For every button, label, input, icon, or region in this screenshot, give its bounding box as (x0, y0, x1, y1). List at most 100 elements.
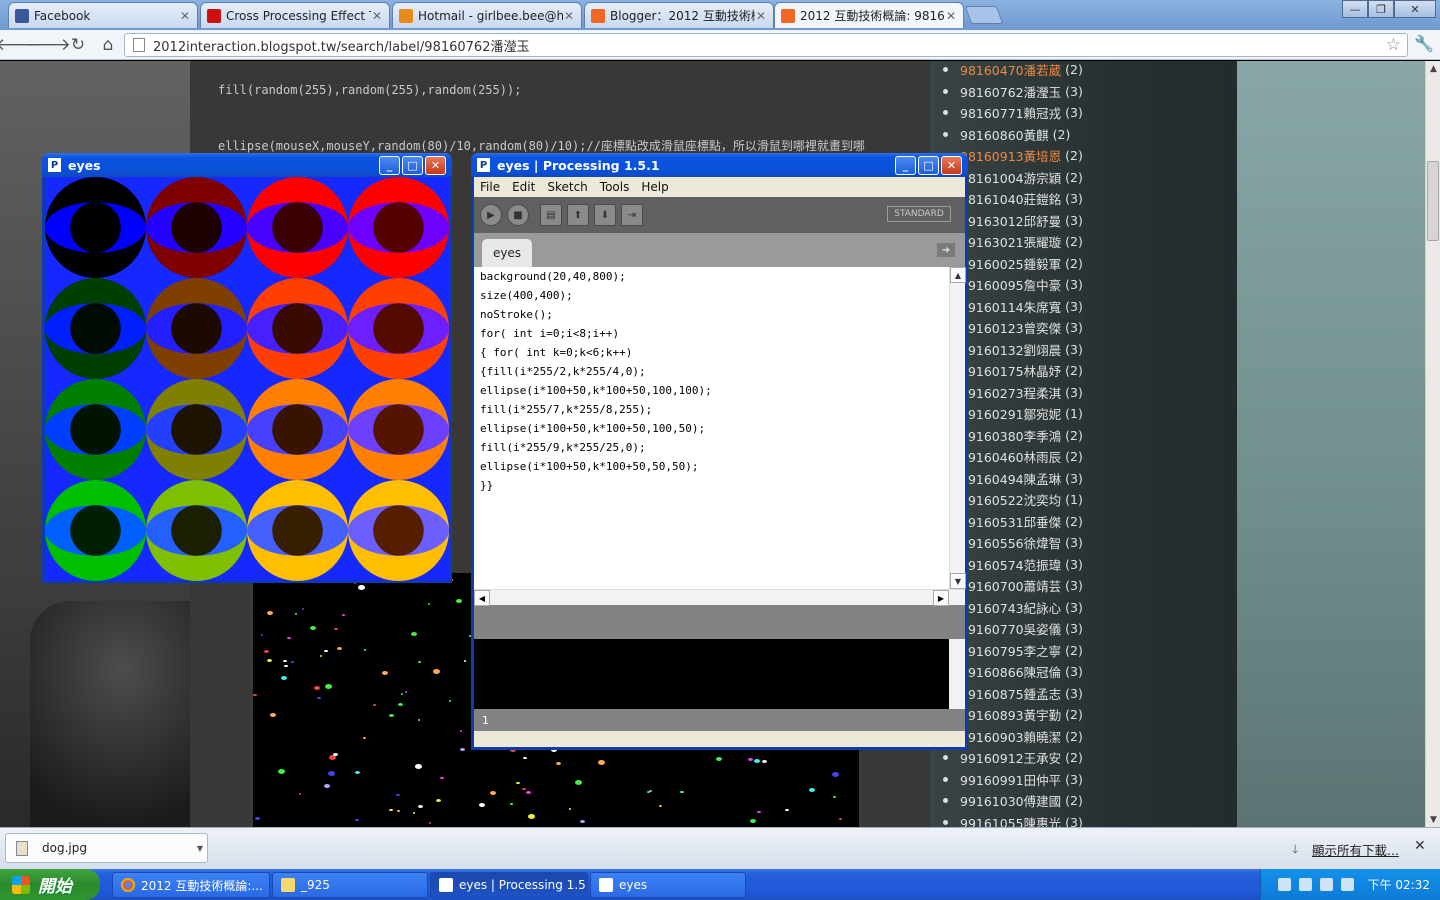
label-name[interactable]: 99160273程柔淇 (960, 383, 1061, 402)
label-item[interactable]: 99160991田仲平 (3) (940, 769, 1140, 791)
label-item[interactable]: 99160574范振瑋 (3) (940, 554, 1140, 576)
label-item[interactable]: 99160743紀詠心 (3) (940, 597, 1140, 619)
label-name[interactable]: 99161030傅建國 (960, 791, 1061, 810)
label-item[interactable]: 99160114朱席寬 (3) (940, 296, 1140, 318)
label-name[interactable]: 98160762潘瀅玉 (960, 82, 1061, 101)
label-name[interactable]: 99163012邱舒曼 (960, 211, 1061, 230)
label-name[interactable]: 99160291鄒宛妮 (960, 404, 1061, 423)
label-item[interactable]: 99160025鍾毅軍 (2) (940, 253, 1140, 275)
label-name[interactable]: 99160494陳孟琳 (960, 469, 1061, 488)
menu-help[interactable]: Help (635, 180, 674, 194)
label-name[interactable]: 98160771賴冠戎 (960, 103, 1061, 122)
label-name[interactable]: 99160531邱垂傑 (960, 512, 1061, 531)
label-name[interactable]: 99160025鍾毅軍 (960, 254, 1061, 273)
label-name[interactable]: 99163021張耀璇 (960, 232, 1061, 251)
label-item[interactable]: 99160912王承安 (2) (940, 747, 1140, 769)
export-icon[interactable]: ⇥ (621, 204, 643, 226)
label-name[interactable]: 99160893黃宇勤 (960, 705, 1061, 724)
taskbar-item-folder[interactable]: _925 (272, 872, 428, 898)
close-button[interactable]: ✕ (1394, 0, 1436, 18)
chevron-down-icon[interactable]: ▼ (197, 844, 203, 853)
label-item[interactable]: 98160860黃麒 (2) (940, 124, 1140, 146)
tab-active-blog[interactable]: 2012 互動技術概論: 98160 ✕ (774, 2, 964, 28)
eyes-sketch-canvas[interactable] (45, 177, 449, 581)
label-name[interactable]: 99160114朱席寬 (960, 297, 1061, 316)
stop-icon[interactable]: ■ (507, 204, 529, 226)
taskbar-item-processing[interactable]: eyes | Processing 1.5.1 (430, 872, 588, 898)
editor-vscrollbar[interactable]: ▲ ▼ (949, 267, 966, 605)
label-item[interactable]: 98161004游宗穎 (2) (940, 167, 1140, 189)
code-editor[interactable]: background(20,40,800); size(400,400); noSt… (474, 267, 966, 606)
editor-hscrollbar[interactable]: ◀ ▶ (474, 589, 965, 606)
volume-icon[interactable] (1340, 878, 1354, 891)
close-button[interactable]: ✕ (941, 156, 962, 175)
label-name[interactable]: 99160175林晶妤 (960, 361, 1061, 380)
scroll-down-icon[interactable]: ▼ (950, 573, 966, 589)
close-icon[interactable]: ✕ (755, 9, 767, 23)
label-item[interactable]: 99160556徐煒智 (3) (940, 532, 1140, 554)
tab-blogger[interactable]: Blogger：2012 互動技術概 ✕ (584, 2, 774, 28)
label-item[interactable]: 98160771賴冠戎 (3) (940, 102, 1140, 124)
help-icon[interactable] (1298, 878, 1312, 891)
scroll-thumb[interactable] (1427, 161, 1439, 241)
label-name[interactable]: 99160556徐煒智 (960, 533, 1061, 552)
scroll-up-icon[interactable]: ▲ (950, 267, 966, 283)
run-icon[interactable]: ▶ (480, 204, 502, 226)
label-name[interactable]: 98160913黃培恩 (960, 146, 1061, 165)
close-icon[interactable]: ✕ (179, 9, 191, 23)
label-item[interactable]: 99160460林雨辰 (2) (940, 446, 1140, 468)
label-item[interactable]: 99160893黃宇勤 (2) (940, 704, 1140, 726)
label-name[interactable]: 99160132劉翊晨 (960, 340, 1061, 359)
tab-hotmail[interactable]: Hotmail - girlbee.bee@hotmail ✕ (392, 2, 582, 28)
save-icon[interactable]: ⬇ (594, 204, 616, 226)
keyboard-icon[interactable] (1277, 878, 1291, 891)
label-name[interactable]: 99160866陳冠倫 (960, 662, 1061, 681)
bookmark-star-icon[interactable]: ☆ (1386, 35, 1401, 55)
label-item[interactable]: 98160762潘瀅玉 (3) (940, 81, 1140, 103)
address-bar[interactable]: 2012interaction.blogspot.tw/search/label… (124, 33, 1408, 57)
label-item[interactable]: 99160123曾奕傑 (3) (940, 317, 1140, 339)
label-item[interactable]: 99160522沈奕均 (1) (940, 489, 1140, 511)
label-name[interactable]: 99160700蕭靖芸 (960, 576, 1061, 595)
menu-file[interactable]: File (474, 180, 506, 194)
eyes-window-titlebar[interactable]: P eyes _ □ ✕ (42, 153, 452, 177)
download-item[interactable]: dog.jpg ▼ (5, 833, 208, 863)
label-item[interactable]: 99160875鍾孟志 (3) (940, 683, 1140, 705)
label-item[interactable]: 99163012邱舒曼 (3) (940, 210, 1140, 232)
close-icon[interactable]: ✕ (563, 9, 575, 23)
label-name[interactable]: 99160991田仲平 (960, 770, 1061, 789)
scroll-right-icon[interactable]: ▶ (933, 590, 949, 606)
label-name[interactable]: 99160095詹中豪 (960, 275, 1061, 294)
label-name[interactable]: 98160470潘若葳 (960, 61, 1061, 79)
label-name[interactable]: 99160522沈奕均 (960, 490, 1061, 509)
wrench-icon[interactable]: 🔧 (1414, 34, 1434, 53)
label-item[interactable]: 99160770吳姿儀 (3) (940, 618, 1140, 640)
close-icon[interactable]: ✕ (1414, 838, 1426, 854)
console-scrollbar[interactable] (949, 639, 965, 709)
label-item[interactable]: 99163021張耀璇 (2) (940, 231, 1140, 253)
label-item[interactable]: 99160291鄒宛妮 (1) (940, 403, 1140, 425)
label-item[interactable]: 99160866陳冠倫 (3) (940, 661, 1140, 683)
sketch-tab[interactable]: eyes (482, 239, 532, 267)
label-name[interactable]: 99160875鍾孟志 (960, 684, 1061, 703)
tab-youtube[interactable]: Cross Processing Effect Tutor ✕ (200, 2, 390, 28)
console[interactable] (474, 639, 965, 709)
network-icon[interactable] (1319, 878, 1333, 891)
mode-button[interactable]: STANDARD (887, 206, 951, 222)
label-name[interactable]: 99160460林雨辰 (960, 447, 1061, 466)
minimize-button[interactable]: _ (895, 156, 916, 175)
label-item[interactable]: 99160273程柔淇 (3) (940, 382, 1140, 404)
home-icon[interactable]: ⌂ (94, 32, 122, 58)
label-item[interactable]: 99160132劉翊晨 (3) (940, 339, 1140, 361)
new-file-icon[interactable]: ▤ (540, 204, 562, 226)
label-name[interactable]: 99160912王承安 (960, 748, 1061, 767)
label-name[interactable]: 99160770吳姿儀 (960, 619, 1061, 638)
maximize-button[interactable]: □ (918, 156, 939, 175)
scroll-left-icon[interactable]: ◀ (474, 590, 490, 606)
label-name[interactable]: 98161040莊鎧銘 (960, 189, 1061, 208)
tab-facebook[interactable]: Facebook ✕ (8, 2, 198, 28)
label-item[interactable]: 99160795李之寧 (2) (940, 640, 1140, 662)
ide-titlebar[interactable]: P eyes | Processing 1.5.1 _ □ ✕ (471, 153, 968, 177)
new-tab-button[interactable] (964, 6, 1004, 24)
label-name[interactable]: 99160380李季鴻 (960, 426, 1061, 445)
